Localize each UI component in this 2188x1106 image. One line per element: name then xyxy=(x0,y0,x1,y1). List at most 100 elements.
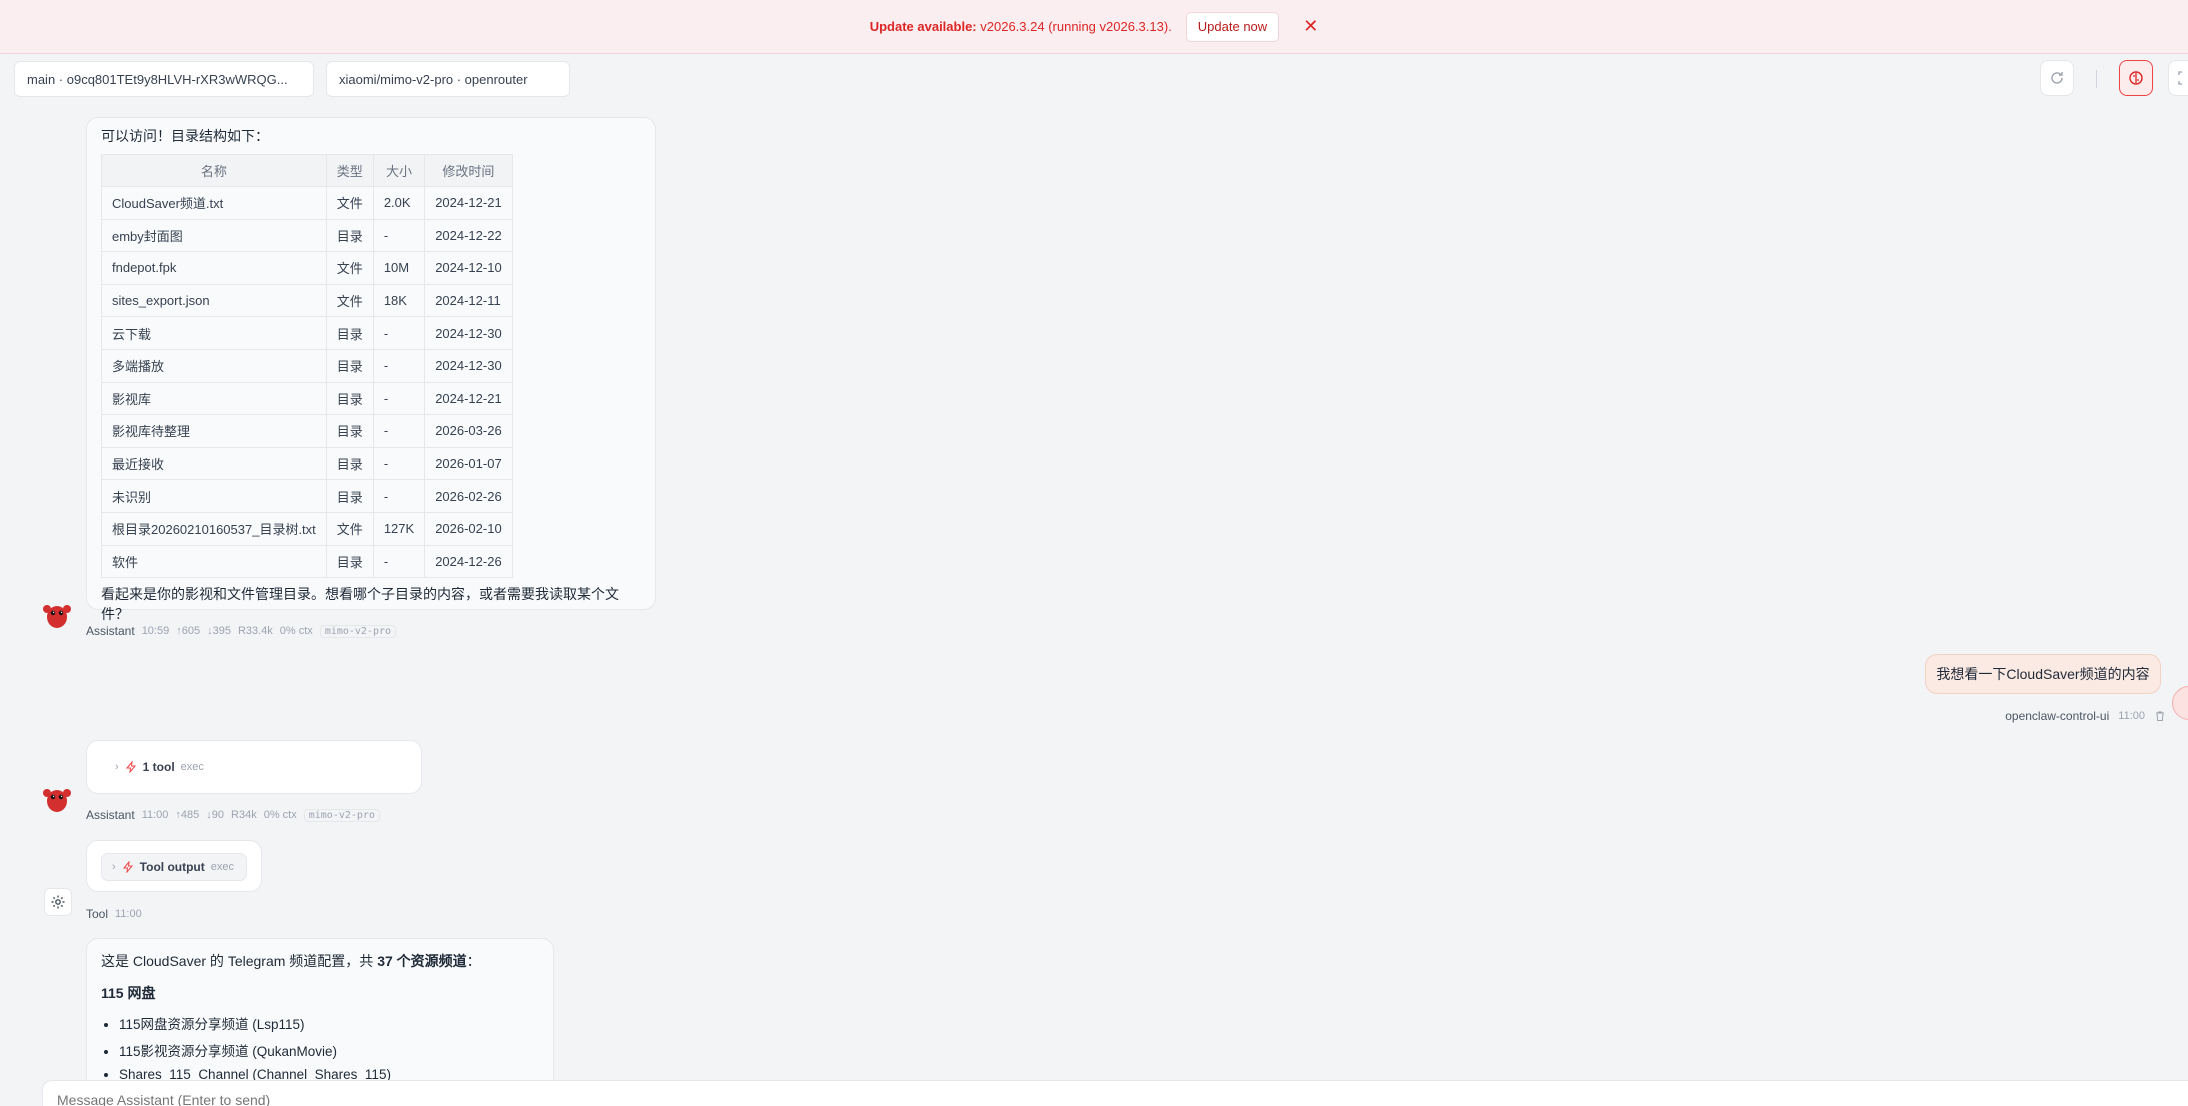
cell-size: - xyxy=(372,446,426,481)
cell-date: 2024-12-30 xyxy=(424,348,513,383)
table-row: 软件 目录 -2024-12-26 xyxy=(101,544,513,579)
cell-date: 2024-12-21 xyxy=(424,381,513,416)
tool-label: Tool output xyxy=(139,860,205,874)
table-row: emby封面图 目录 -2024-12-22 xyxy=(101,218,513,253)
cell-type: 文件 xyxy=(325,283,374,318)
sender-name: Assistant xyxy=(86,808,135,822)
directory-table: 名称 类型 大小 修改时间 CloudSaver频道.txt 文件 2.0K 2024… xyxy=(101,154,513,579)
cell-size: - xyxy=(372,316,426,350)
trash-icon[interactable] xyxy=(2154,710,2166,722)
column-header: 名称 xyxy=(101,154,327,187)
message-meta: Tool 11:00 xyxy=(86,907,142,921)
cell-name: sites_export.json xyxy=(101,283,327,318)
tokens-in: ↑485 xyxy=(175,809,200,821)
user-message: 我想看一下CloudSaver频道的内容 xyxy=(1925,654,2161,694)
brain-icon xyxy=(2129,71,2143,85)
cell-type: 目录 xyxy=(325,348,374,383)
thinking-toggle-button[interactable] xyxy=(2119,60,2153,96)
cell-size: - xyxy=(372,479,426,513)
cell-name: 根目录20260210160537_目录树.txt xyxy=(101,511,327,546)
cell-name: CloudSaver频道.txt xyxy=(101,186,327,220)
tokens-read: R33.4k xyxy=(237,625,273,637)
tool-label: 1 tool xyxy=(142,760,175,774)
sender-name: Tool xyxy=(86,907,109,921)
cell-type: 目录 xyxy=(325,446,374,481)
assistant-message-directory: 可以访问！目录结构如下： 名称 类型 大小 修改时间 CloudSaver频道.… xyxy=(86,117,656,622)
cell-date: 2024-12-26 xyxy=(424,544,513,579)
cell-name: 云下载 xyxy=(101,316,327,350)
cell-date: 2026-03-26 xyxy=(424,414,513,448)
cell-name: fndepot.fpk xyxy=(101,251,327,285)
cell-type: 目录 xyxy=(325,381,374,416)
cell-size: - xyxy=(372,414,426,448)
tool-sub: exec xyxy=(180,761,204,773)
table-row: sites_export.json 文件 18K 2024-12-11 xyxy=(101,283,513,318)
context-usage: 0% ctx xyxy=(263,809,297,821)
cell-date: 2024-12-22 xyxy=(424,218,513,253)
cell-size: 10M xyxy=(372,251,426,285)
cell-name: 最近接收 xyxy=(101,446,327,481)
cell-date: 2024-12-30 xyxy=(424,316,513,350)
focus-button[interactable] xyxy=(2168,60,2188,96)
timestamp: 11:00 xyxy=(141,809,169,821)
update-version: v2026.3.24 (running v2026.3.13). xyxy=(980,19,1172,34)
cell-name: 影视库待整理 xyxy=(101,414,327,448)
model-selector[interactable]: xiaomi/mimo-v2-pro · openrouter xyxy=(326,61,570,97)
expand-caret-icon: › xyxy=(112,861,116,873)
intro-highlight: 37 个资源频道 xyxy=(377,953,467,969)
section-heading: 115 网盘 xyxy=(101,985,156,1001)
user-message-meta: openclaw-control-ui 11:00 xyxy=(2005,709,2166,723)
tool-sub: exec xyxy=(210,861,235,873)
tool-call-card[interactable]: › 1 tool exec xyxy=(86,740,422,794)
chat-toolbar: main · o9cq801TEt9y8HLVH-rXR3wWRQG... xi… xyxy=(0,55,2188,103)
list-item: 115网盘资源分享频道 (Lsp115) xyxy=(119,1013,539,1033)
user-avatar xyxy=(2172,686,2188,720)
cell-type: 文件 xyxy=(325,186,374,220)
table-row: 影视库 目录 -2024-12-21 xyxy=(101,381,513,416)
table-header-row: 名称 类型 大小 修改时间 xyxy=(101,154,513,187)
close-icon[interactable]: ✕ xyxy=(1303,16,1318,37)
tokens-out: ↓395 xyxy=(207,625,231,637)
cell-type: 目录 xyxy=(325,218,374,253)
model-tag: mimo-v2-pro xyxy=(303,808,380,822)
message-meta: Assistant 10:59 ↑605 ↓395 R33.4k 0% ctx … xyxy=(86,624,397,638)
column-header: 大小 xyxy=(372,154,426,187)
message-text: 可以访问！目录结构如下： xyxy=(101,128,269,144)
message-input[interactable] xyxy=(42,1080,2188,1106)
cell-date: 2024-12-10 xyxy=(424,251,513,285)
lobster-avatar-icon xyxy=(43,789,71,812)
channel-list: 115网盘资源分享频道 (Lsp115) 115影视资源分享频道 (QukanM… xyxy=(101,1013,539,1082)
sender-name: openclaw-control-ui xyxy=(2005,709,2110,723)
session-selector[interactable]: main · o9cq801TEt9y8HLVH-rXR3wWRQG... xyxy=(14,61,314,97)
tokens-read: R34k xyxy=(231,809,257,821)
table-row: 多端播放 目录 -2024-12-30 xyxy=(101,348,513,383)
cell-size: 127K xyxy=(372,511,426,546)
focus-icon xyxy=(2178,71,2188,85)
refresh-icon xyxy=(2051,72,2063,84)
bolt-icon xyxy=(125,761,136,773)
update-now-button[interactable]: Update now xyxy=(1185,11,1280,42)
cell-date: 2026-02-10 xyxy=(424,511,513,546)
table-row: 云下载 目录 -2024-12-30 xyxy=(101,316,513,350)
column-header: 修改时间 xyxy=(424,154,513,187)
context-usage: 0% ctx xyxy=(279,625,313,637)
cell-size: - xyxy=(372,218,426,253)
cell-date: 2026-02-26 xyxy=(424,479,513,513)
intro-text: 这是 CloudSaver 的 Telegram 频道配置，共 xyxy=(101,953,378,969)
tool-output-toggle[interactable]: › Tool output exec xyxy=(101,853,247,881)
list-item: 115影视资源分享频道 (QukanMovie) xyxy=(119,1040,539,1060)
table-row: 最近接收 目录 -2026-01-07 xyxy=(101,446,513,481)
gear-icon xyxy=(51,895,65,909)
update-label: Update available: xyxy=(869,19,977,34)
table-row: CloudSaver频道.txt 文件 2.0K 2024-12-21 xyxy=(101,186,513,220)
cell-type: 目录 xyxy=(325,316,374,350)
cell-name: emby封面图 xyxy=(101,218,327,253)
column-header: 类型 xyxy=(325,154,374,187)
tool-output-card: › Tool output exec xyxy=(86,840,262,892)
model-tag: mimo-v2-pro xyxy=(319,624,397,638)
refresh-button[interactable] xyxy=(2040,60,2074,96)
cell-size: - xyxy=(372,348,426,383)
table-row: 根目录20260210160537_目录树.txt 文件 127K 2026-02-1… xyxy=(101,511,513,546)
cell-name: 未识别 xyxy=(101,479,327,513)
tokens-out: ↓90 xyxy=(206,809,225,821)
